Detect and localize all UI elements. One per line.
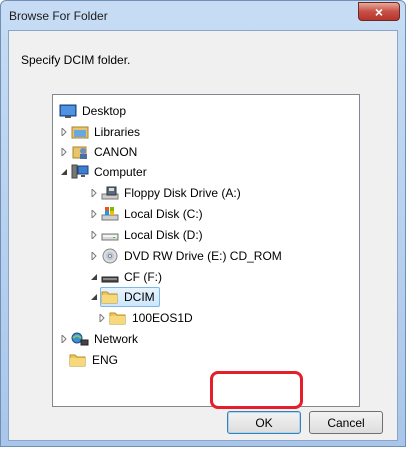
hard-disk-icon [101,227,119,243]
tree-item-local-disk-c[interactable]: Local Disk (C:) [89,204,203,224]
ok-button-label: OK [255,415,273,430]
selection-highlight[interactable]: DCIM [100,287,160,307]
tree-item-label: Computer [94,165,147,179]
close-button[interactable]: × [358,2,400,21]
tree-item-label: Libraries [94,125,141,139]
tree-item-label: CF (F:) [124,270,162,284]
ok-button-callout-ring [210,371,303,409]
tree-item-label: DCIM [124,290,155,304]
expand-arrow-icon[interactable] [89,188,99,198]
tree-item-network[interactable]: Network [59,329,138,349]
user-folder-icon [71,144,89,160]
expand-arrow-icon[interactable] [89,209,99,219]
removable-drive-icon [101,269,119,285]
collapse-arrow-icon[interactable] [89,292,99,302]
tree-item-eng[interactable]: ENG [69,350,118,370]
tree-item-100eos1d[interactable]: 100EOS1D [97,308,193,328]
floppy-drive-icon [101,185,119,201]
title-bar[interactable]: Browse For Folder × [1,1,405,31]
tree-item-label: CANON [94,145,138,159]
dialog-description: Specify DCIM folder. [21,53,131,67]
tree-item-label: Floppy Disk Drive (A:) [124,186,241,200]
tree-item-label: 100EOS1D [132,311,193,325]
expand-arrow-icon[interactable] [59,127,69,137]
tree-item-computer[interactable]: Computer [59,162,147,182]
tree-item-cf-drive[interactable]: CF (F:) [89,267,162,287]
tree-item-libraries[interactable]: Libraries [59,122,140,142]
tree-item-canon[interactable]: CANON [59,142,137,162]
libraries-icon [71,124,89,140]
network-icon [71,331,89,347]
cancel-button-label: Cancel [327,415,365,430]
expand-arrow-icon[interactable] [89,251,99,261]
tree-item-label: Network [94,332,139,346]
system-disk-icon [101,206,119,222]
tree-item-label: Local Disk (C:) [124,207,203,221]
expand-arrow-icon[interactable] [89,230,99,240]
tree-item-label: ENG [92,353,119,367]
folder-icon [69,352,87,368]
desktop-icon [59,103,77,119]
expand-arrow-icon[interactable] [59,334,69,344]
window-title: Browse For Folder [9,9,108,23]
tree-item-dvd-drive[interactable]: DVD RW Drive (E:) CD_ROM [89,246,282,266]
tree-item-local-disk-d[interactable]: Local Disk (D:) [89,225,203,245]
tree-item-dcim[interactable]: DCIM [89,287,160,307]
tree-item-label: DVD RW Drive (E:) CD_ROM [124,249,282,263]
dialog-body: Specify DCIM folder. Desktop Libraries C… [8,30,398,441]
tree-item-desktop[interactable]: Desktop [59,101,126,121]
folder-tree[interactable]: Desktop Libraries CANON Computer Floppy … [52,94,360,407]
tree-item-label: Desktop [82,104,127,118]
cancel-button[interactable]: Cancel [309,411,383,434]
close-icon: × [374,3,384,20]
tree-item-floppy-drive[interactable]: Floppy Disk Drive (A:) [89,183,241,203]
expand-arrow-icon[interactable] [59,147,69,157]
folder-icon [101,289,119,305]
collapse-arrow-icon[interactable] [89,272,99,282]
tree-item-label: Local Disk (D:) [124,228,203,242]
expand-arrow-icon[interactable] [97,313,107,323]
collapse-arrow-icon[interactable] [59,167,69,177]
dvd-drive-icon [101,248,119,264]
computer-icon [71,164,89,180]
folder-icon [109,310,127,326]
browse-for-folder-dialog: Browse For Folder × Specify DCIM folder.… [0,0,406,447]
ok-button[interactable]: OK [227,411,301,434]
